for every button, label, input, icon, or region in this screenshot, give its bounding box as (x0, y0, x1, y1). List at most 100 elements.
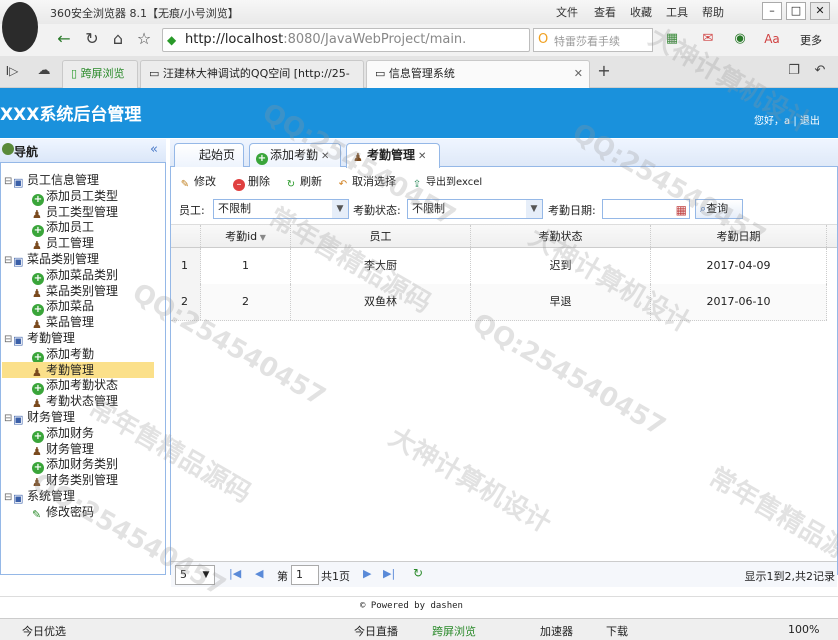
delete-button[interactable]: – 删除 (233, 174, 270, 191)
nav-group[interactable]: ⊟▣ 财务管理 (2, 409, 154, 426)
column-header-employee[interactable]: 员工 (291, 225, 471, 249)
nav-item[interactable]: + 添加财务类别 (2, 456, 154, 475)
cell-id: 2 (201, 284, 291, 320)
last-page-icon[interactable]: ▶| (383, 567, 395, 580)
more-button[interactable]: 更多 (800, 32, 822, 48)
close-tab-icon[interactable]: ✕ (418, 151, 426, 162)
status-select[interactable]: 不限制 ▼ (407, 199, 543, 219)
column-header-id[interactable]: 考勤id ▼ (201, 225, 291, 249)
mail-icon[interactable]: ✉ (698, 29, 718, 49)
back-icon[interactable]: ← (54, 29, 74, 49)
delete-label: 删除 (248, 175, 270, 188)
nav-item[interactable]: ♟ 考勤管理 (2, 361, 154, 378)
home-icon[interactable]: ⌂ (108, 29, 128, 49)
column-header-status[interactable]: 考勤状态 (471, 225, 651, 249)
menu-help[interactable]: 帮助 (702, 4, 724, 20)
refresh-button[interactable]: ↻ 刷新 (285, 174, 322, 191)
status-download[interactable]: 下载 (606, 623, 628, 639)
translate-icon[interactable]: Aa (762, 29, 782, 49)
close-tab-icon[interactable]: ✕ (321, 151, 329, 162)
status-accelerator[interactable]: 加速器 (540, 623, 573, 639)
address-bar-row: ← ↻ ⌂ ☆ ◆ http://localhost:8080/JavaWebP… (0, 24, 838, 56)
nav-item[interactable]: ♟ 菜品类别管理 (2, 283, 154, 300)
undo-icon[interactable]: ↶ (810, 61, 830, 81)
close-tab-icon[interactable]: ✕ (574, 61, 583, 87)
new-tab-icon[interactable]: + (594, 61, 614, 81)
url-input[interactable]: ◆ http://localhost:8080/JavaWebProject/m… (162, 28, 530, 52)
nav-group[interactable]: ⊟▣ 考勤管理 (2, 330, 154, 347)
tab-attendance-manage[interactable]: ♟ 考勤管理 ✕ (346, 143, 440, 168)
nav-item[interactable]: + 添加员工类型 (2, 188, 154, 206)
maximize-button[interactable]: □ (786, 2, 806, 20)
prev-page-icon[interactable]: ◀ (255, 567, 263, 580)
cell-employee: 李大厨 (291, 248, 471, 284)
status-cross-screen[interactable]: 跨屏浏览 (432, 623, 476, 639)
nav-item[interactable]: + 添加考勤 (2, 346, 154, 364)
export-excel-button[interactable]: ⇪ 导出到excel (411, 174, 482, 191)
close-window-button[interactable]: ✕ (810, 2, 830, 20)
query-button[interactable]: ⌕查询 (695, 199, 743, 219)
nav-group[interactable]: ⊟▣ 菜品类别管理 (2, 251, 154, 268)
user-info: 您好，a | 退出 (754, 116, 820, 127)
browser-tab-info[interactable]: ▭ 信息管理系统 ✕ (366, 60, 590, 88)
table-row[interactable]: 1 1 李大厨 迟到 2017-04-09 (171, 248, 827, 285)
nav-item[interactable]: ♟ 员工类型管理 (2, 204, 154, 221)
browser-titlebar: 360安全浏览器 8.1【无痕/小号浏览】 文件 查看 收藏 工具 帮助 – □… (0, 0, 838, 52)
extensions-icon[interactable]: ▦ (662, 29, 682, 49)
nav-item[interactable]: + 添加考勤状态 (2, 377, 154, 396)
next-page-icon[interactable]: ▶ (363, 567, 371, 580)
cloud-icon[interactable]: ☁ (34, 61, 54, 81)
menu-view[interactable]: 查看 (594, 4, 616, 20)
nav-item[interactable]: ♟ 财务管理 (2, 441, 154, 458)
nav-item[interactable]: ♟ 员工管理 (2, 235, 154, 252)
menu-favorites[interactable]: 收藏 (630, 4, 652, 20)
sidebar-toggle-icon[interactable]: I▷ (2, 61, 22, 81)
search-input[interactable]: O 特雷莎看手续 (533, 28, 653, 52)
date-filter-label: 考勤日期: (548, 204, 596, 217)
nav-item[interactable]: + 添加菜品 (2, 298, 154, 317)
page-size-select[interactable]: 5 ▼ (175, 565, 215, 585)
calendar-icon[interactable]: ▦ (676, 201, 687, 219)
tab-add-attendance[interactable]: + 添加考勤 ✕ (249, 143, 341, 167)
nav-item[interactable]: + 添加财务 (2, 425, 154, 443)
menu-tools[interactable]: 工具 (666, 4, 688, 20)
menu-file[interactable]: 文件 (556, 4, 578, 20)
cancel-select-button[interactable]: ↶ 取消选择 (337, 174, 396, 191)
page-number-input[interactable]: 1 (291, 565, 319, 585)
status-daily-picks[interactable]: 今日优选 (22, 623, 66, 639)
first-page-icon[interactable]: |◀ (229, 567, 241, 580)
nav-item-label: 添加考勤状态 (46, 378, 119, 393)
status-live[interactable]: 今日直播 (354, 623, 398, 639)
browser-tab-qq[interactable]: ▭ 汪建林大神调试的QQ空间 [http://25- (140, 60, 364, 88)
nav-item[interactable]: + 添加菜品类别 (2, 267, 154, 285)
restore-tabs-icon[interactable]: ❐ (784, 61, 804, 81)
nav-item[interactable]: ♟ 菜品管理 (2, 314, 154, 331)
browser-tab-cross-screen[interactable]: ▯ 跨屏浏览 (62, 60, 138, 88)
date-input[interactable]: ▦ (602, 199, 690, 219)
minimize-button[interactable]: – (762, 2, 782, 20)
nav-item[interactable]: ♟ 考勤状态管理 (2, 393, 154, 410)
table-row[interactable]: 2 2 双鱼林 早退 2017-06-10 (171, 284, 827, 321)
nav-item[interactable]: ✎ 修改密码 (2, 504, 154, 521)
nav-group[interactable]: ⊟▣ 员工信息管理 (2, 172, 154, 189)
edit-button[interactable]: ✎ 修改 (179, 174, 216, 191)
export-icon: ⇪ (412, 179, 422, 190)
collapse-icon[interactable]: « (150, 142, 158, 157)
employee-filter-label: 员工: (179, 204, 205, 217)
column-header-date[interactable]: 考勤日期 (651, 225, 827, 249)
tab-home[interactable]: 起始页 (174, 143, 244, 167)
logout-link[interactable]: 退出 (800, 116, 820, 127)
nav-item[interactable]: + 添加员工 (2, 219, 154, 238)
url-host: http://localhost (185, 32, 284, 47)
nav-item-label: 菜品类别管理 (27, 252, 100, 266)
reload-icon[interactable]: ↻ (413, 566, 423, 580)
nav-group[interactable]: ⊟▣ 系统管理 (2, 488, 154, 505)
nav-item-label: 添加菜品类别 (46, 267, 119, 282)
reload-icon[interactable]: ↻ (82, 29, 102, 49)
nav-item[interactable]: ♟ 财务类别管理 (2, 472, 154, 489)
sidebar-header: 导航 « (0, 139, 166, 163)
status-zoom[interactable]: 100% (788, 623, 819, 636)
star-icon[interactable]: ☆ (134, 29, 154, 49)
employee-select[interactable]: 不限制 ▼ (213, 199, 349, 219)
shield-icon[interactable]: ◉ (730, 29, 750, 49)
